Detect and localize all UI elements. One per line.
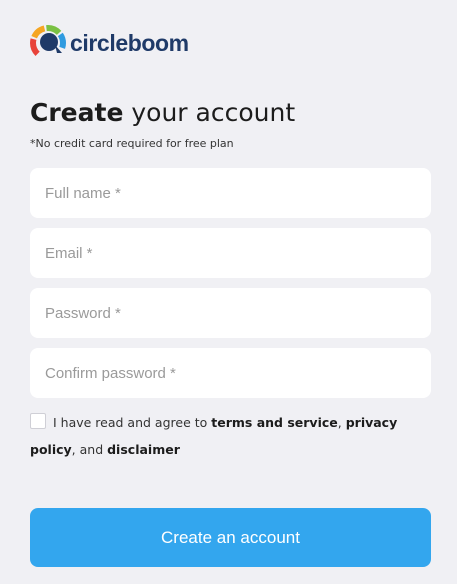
title-rest: your account [123,98,296,127]
agreement-sep-1: , [337,415,346,430]
disclaimer-link[interactable]: disclaimer [107,442,180,457]
brand-logo[interactable]: circleboom [28,23,189,63]
full-name-field[interactable] [30,168,431,218]
page-title: Create your account [30,96,295,130]
agreement-text: I have read and agree to terms and servi… [30,409,425,463]
terms-link[interactable]: terms and service [211,415,337,430]
agreement-sep-2: , and [71,442,108,457]
agreement-prefix: I have read and agree to [53,415,212,430]
signup-page: circleboom Create your account *No credi… [0,0,457,584]
password-field[interactable] [30,288,431,338]
free-plan-note: *No credit card required for free plan [30,137,234,150]
brand-name: circleboom [70,29,189,56]
email-field[interactable] [30,228,431,278]
confirm-password-field[interactable] [30,348,431,398]
title-strong: Create [30,98,124,127]
circleboom-logo-icon [30,25,66,61]
create-account-button[interactable]: Create an account [30,508,431,567]
agree-checkbox[interactable] [30,413,46,429]
